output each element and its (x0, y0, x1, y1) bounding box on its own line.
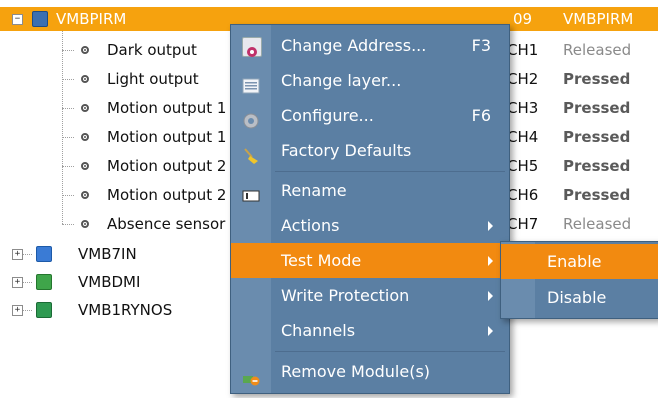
menu-item-label: Remove Module(s) (281, 362, 431, 381)
menu-item-configure[interactable]: Configure... F6 (231, 98, 509, 133)
menu-item-write-protection[interactable]: Write Protection (231, 278, 509, 313)
menu-item-label: Enable (547, 252, 602, 271)
expand-icon[interactable]: + (12, 277, 23, 288)
menu-item-label: Configure... (281, 106, 374, 125)
channel-name: Dark output (107, 41, 197, 59)
menu-item-shortcut: F6 (471, 106, 491, 125)
menu-item-test-mode[interactable]: Test Mode (231, 243, 509, 278)
channel-name: Motion output 1 (107, 128, 227, 146)
module-name: VMBPIRM (56, 10, 127, 28)
remove-module-icon (242, 363, 260, 386)
change-address-icon (242, 37, 262, 57)
menu-item-factory-defaults[interactable]: Factory Defaults (231, 133, 509, 168)
channel-status: Pressed (563, 70, 631, 88)
menu-item-label: Disable (547, 288, 607, 307)
module-address: 09 (513, 10, 533, 28)
menu-item-change-layer[interactable]: Change layer... (231, 63, 509, 98)
menu-item-label: Rename (281, 181, 347, 200)
channel-icon (81, 162, 89, 170)
rename-icon (242, 182, 260, 202)
channel-number: CH3 (507, 99, 539, 117)
menu-item-label: Change layer... (281, 71, 402, 90)
menu-item-channels[interactable]: Channels (231, 313, 509, 348)
menu-item-rename[interactable]: Rename (231, 173, 509, 208)
channel-status: Pressed (563, 186, 631, 204)
channel-number: CH4 (507, 128, 539, 146)
menu-item-shortcut: F3 (471, 36, 491, 55)
submenu-arrow-icon (488, 326, 493, 336)
channel-number: CH2 (507, 70, 539, 88)
channel-icon (81, 75, 89, 83)
menu-separator (275, 171, 505, 172)
channel-name: Light output (107, 70, 199, 88)
broom-icon (242, 142, 260, 164)
expand-icon[interactable]: + (12, 249, 23, 260)
relay-module-icon (36, 302, 52, 318)
menu-item-remove-module[interactable]: Remove Module(s) (231, 354, 509, 389)
menu-item-label: Test Mode (281, 251, 362, 270)
module-type: VMBPIRM (563, 10, 634, 28)
submenu-arrow-icon (488, 221, 493, 231)
test-mode-submenu: Enable Disable (500, 241, 658, 319)
layer-list-icon (242, 72, 260, 94)
channel-number: CH5 (507, 157, 539, 175)
collapse-icon[interactable]: − (12, 14, 23, 25)
menu-item-label: Actions (281, 216, 340, 235)
menu-item-label: Write Protection (281, 286, 410, 305)
motion-sensor-module-icon (32, 11, 48, 27)
channel-name: Motion output 2 (107, 186, 227, 204)
menu-item-disable[interactable]: Disable (501, 280, 658, 315)
menu-item-actions[interactable]: Actions (231, 208, 509, 243)
menu-item-change-address[interactable]: Change Address... F3 (231, 28, 509, 63)
channel-icon (81, 220, 89, 228)
menu-item-label: Channels (281, 321, 356, 340)
module-name: VMBDMI (78, 273, 141, 291)
expand-icon[interactable]: + (12, 305, 23, 316)
channel-status: Released (563, 41, 632, 59)
channel-icon (81, 46, 89, 54)
channel-icon (81, 191, 89, 199)
channel-icon (81, 133, 89, 141)
channel-status: Pressed (563, 99, 631, 117)
menu-item-label: Factory Defaults (281, 141, 412, 160)
dimmer-module-icon (36, 274, 52, 290)
module-name: VMB7IN (78, 245, 137, 263)
channel-name: Absence sensor (107, 215, 226, 233)
context-menu: Change Address... F3 Change layer... Con… (230, 24, 510, 394)
channel-status: Released (563, 215, 632, 233)
submenu-arrow-icon (488, 256, 493, 266)
channel-name: Motion output 1 (107, 99, 227, 117)
channel-number: CH7 (507, 215, 539, 233)
channel-number: CH6 (507, 186, 539, 204)
channel-status: Pressed (563, 128, 631, 146)
channel-status: Pressed (563, 157, 631, 175)
channel-icon (81, 104, 89, 112)
channel-name: Motion output 2 (107, 157, 227, 175)
gear-icon (242, 107, 260, 129)
menu-item-enable[interactable]: Enable (501, 244, 658, 279)
menu-separator (275, 351, 505, 352)
submenu-arrow-icon (488, 291, 493, 301)
input-module-icon (36, 246, 52, 262)
channel-number: CH1 (507, 41, 539, 59)
module-name: VMB1RYNOS (78, 301, 173, 319)
menu-item-label: Change Address... (281, 36, 427, 55)
